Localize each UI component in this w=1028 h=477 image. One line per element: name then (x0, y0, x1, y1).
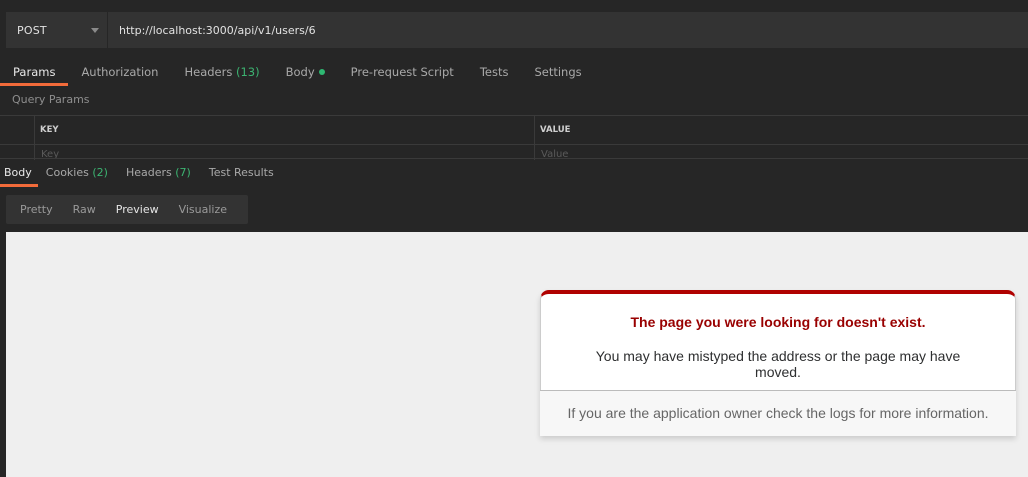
tab-label: Tests (479, 65, 509, 79)
tab-settings[interactable]: Settings (521, 60, 594, 86)
response-tabs: Body Cookies (2) Headers (7) Test Result… (0, 161, 284, 187)
top-strip (0, 0, 1028, 12)
tab-test-results[interactable]: Test Results (201, 161, 284, 187)
tab-label: Body (4, 166, 32, 179)
tab-response-body[interactable]: Body (0, 161, 38, 187)
response-headers-count: (7) (175, 166, 191, 179)
view-preview-button[interactable]: Preview (102, 195, 159, 224)
key-column-header: KEY (34, 116, 534, 144)
request-tabs: Params Authorization Headers (13) Body P… (0, 60, 595, 86)
tab-label: Authorization (81, 65, 159, 79)
view-visualize-button[interactable]: Visualize (165, 195, 227, 224)
tab-params[interactable]: Params (0, 60, 69, 86)
view-mode-bar: Pretty Raw Preview Visualize (6, 195, 248, 224)
error-card: The page you were looking for doesn't ex… (540, 290, 1016, 436)
tab-body[interactable]: Body (273, 60, 338, 86)
tab-tests[interactable]: Tests (467, 60, 522, 86)
cookies-count: (2) (92, 166, 108, 179)
error-footer: If you are the application owner check t… (540, 390, 1016, 436)
pane-divider[interactable] (0, 158, 1028, 159)
error-message: You may have mistyped the address or the… (595, 348, 961, 380)
request-bar: POST http://localhost:3000/api/v1/users/… (6, 12, 1028, 48)
headers-count: (13) (236, 65, 260, 79)
value-column-header: VALUE (534, 116, 1028, 144)
query-params-title: Query Params (12, 93, 90, 106)
url-input[interactable]: http://localhost:3000/api/v1/users/6 (108, 12, 1028, 48)
tab-label: Cookies (45, 166, 89, 179)
error-title: The page you were looking for doesn't ex… (630, 314, 926, 330)
view-raw-button[interactable]: Raw (59, 195, 96, 224)
tab-cookies[interactable]: Cookies (2) (38, 161, 118, 187)
url-text: http://localhost:3000/api/v1/users/6 (119, 23, 316, 37)
response-preview: The page you were looking for doesn't ex… (6, 232, 1028, 477)
tab-response-headers[interactable]: Headers (7) (118, 161, 201, 187)
tab-label: Headers (184, 65, 233, 79)
query-params-table: KEY VALUE Key Value (0, 115, 1028, 160)
view-pretty-button[interactable]: Pretty (6, 195, 53, 224)
tab-label: Body (285, 65, 315, 79)
method-select[interactable]: POST (6, 12, 108, 48)
tab-label: Headers (125, 166, 172, 179)
method-label: POST (17, 23, 47, 37)
tab-label: Test Results (208, 166, 274, 179)
tab-authorization[interactable]: Authorization (68, 60, 171, 86)
tab-headers[interactable]: Headers (13) (171, 60, 272, 86)
table-header: KEY VALUE (0, 116, 1028, 145)
chevron-down-icon (91, 27, 99, 33)
tab-label: Settings (534, 65, 582, 79)
checkbox-column (0, 116, 34, 144)
tab-label: Params (13, 65, 56, 79)
tab-label: Pre-request Script (350, 65, 454, 79)
body-status-dot-icon (318, 69, 325, 75)
tab-pre-request-script[interactable]: Pre-request Script (338, 60, 467, 86)
